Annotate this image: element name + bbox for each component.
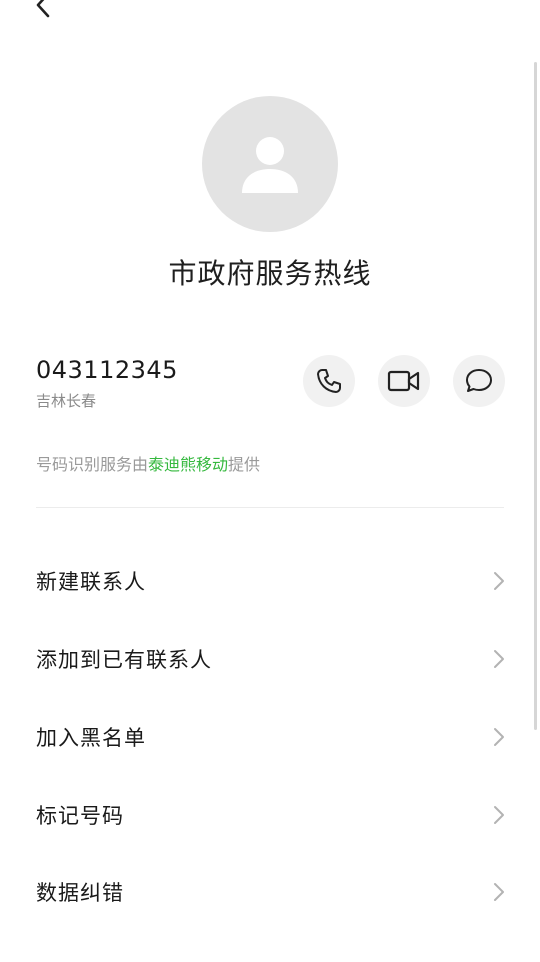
phone-number[interactable]: 043112345 bbox=[36, 356, 178, 384]
divider bbox=[36, 507, 504, 508]
provider-brand-link[interactable]: 泰迪熊移动 bbox=[148, 455, 228, 474]
chevron-right-icon bbox=[492, 649, 506, 669]
provider-note: 号码识别服务由泰迪熊移动提供 bbox=[36, 451, 260, 475]
chevron-right-icon bbox=[492, 882, 506, 902]
menu-item-blacklist[interactable]: 加入黑名单 bbox=[0, 707, 540, 767]
menu-item-label: 数据纠错 bbox=[36, 881, 124, 905]
back-arrow-icon bbox=[36, 0, 50, 18]
chat-bubble-icon bbox=[466, 369, 492, 392]
provider-suffix: 提供 bbox=[228, 455, 261, 474]
chevron-right-icon bbox=[492, 571, 506, 591]
number-location: 吉林长春 bbox=[36, 392, 97, 410]
back-button[interactable] bbox=[28, 0, 58, 20]
phone-icon bbox=[317, 369, 341, 393]
message-button[interactable] bbox=[453, 355, 505, 407]
contact-detail-screen: 市政府服务热线 043112345 吉林长春 号码识别服务由泰迪熊移动提供 新建… bbox=[0, 0, 540, 962]
menu-item-label: 添加到已有联系人 bbox=[36, 648, 212, 672]
menu-item-label: 新建联系人 bbox=[36, 570, 146, 594]
provider-prefix: 号码识别服务由 bbox=[36, 455, 149, 474]
video-camera-icon bbox=[387, 370, 420, 392]
video-call-button[interactable] bbox=[378, 355, 430, 407]
chevron-right-icon bbox=[492, 805, 506, 825]
menu-item-mark-number[interactable]: 标记号码 bbox=[0, 785, 540, 845]
menu-item-label: 标记号码 bbox=[36, 804, 124, 828]
menu-item-add-to-existing[interactable]: 添加到已有联系人 bbox=[0, 629, 540, 689]
chevron-right-icon bbox=[492, 727, 506, 747]
person-icon bbox=[242, 137, 298, 193]
call-button[interactable] bbox=[303, 355, 355, 407]
menu-item-data-correction[interactable]: 数据纠错 bbox=[0, 862, 540, 922]
avatar bbox=[202, 96, 338, 232]
menu-item-new-contact[interactable]: 新建联系人 bbox=[0, 551, 540, 611]
contact-name: 市政府服务热线 bbox=[168, 257, 372, 290]
menu-item-label: 加入黑名单 bbox=[36, 726, 146, 750]
